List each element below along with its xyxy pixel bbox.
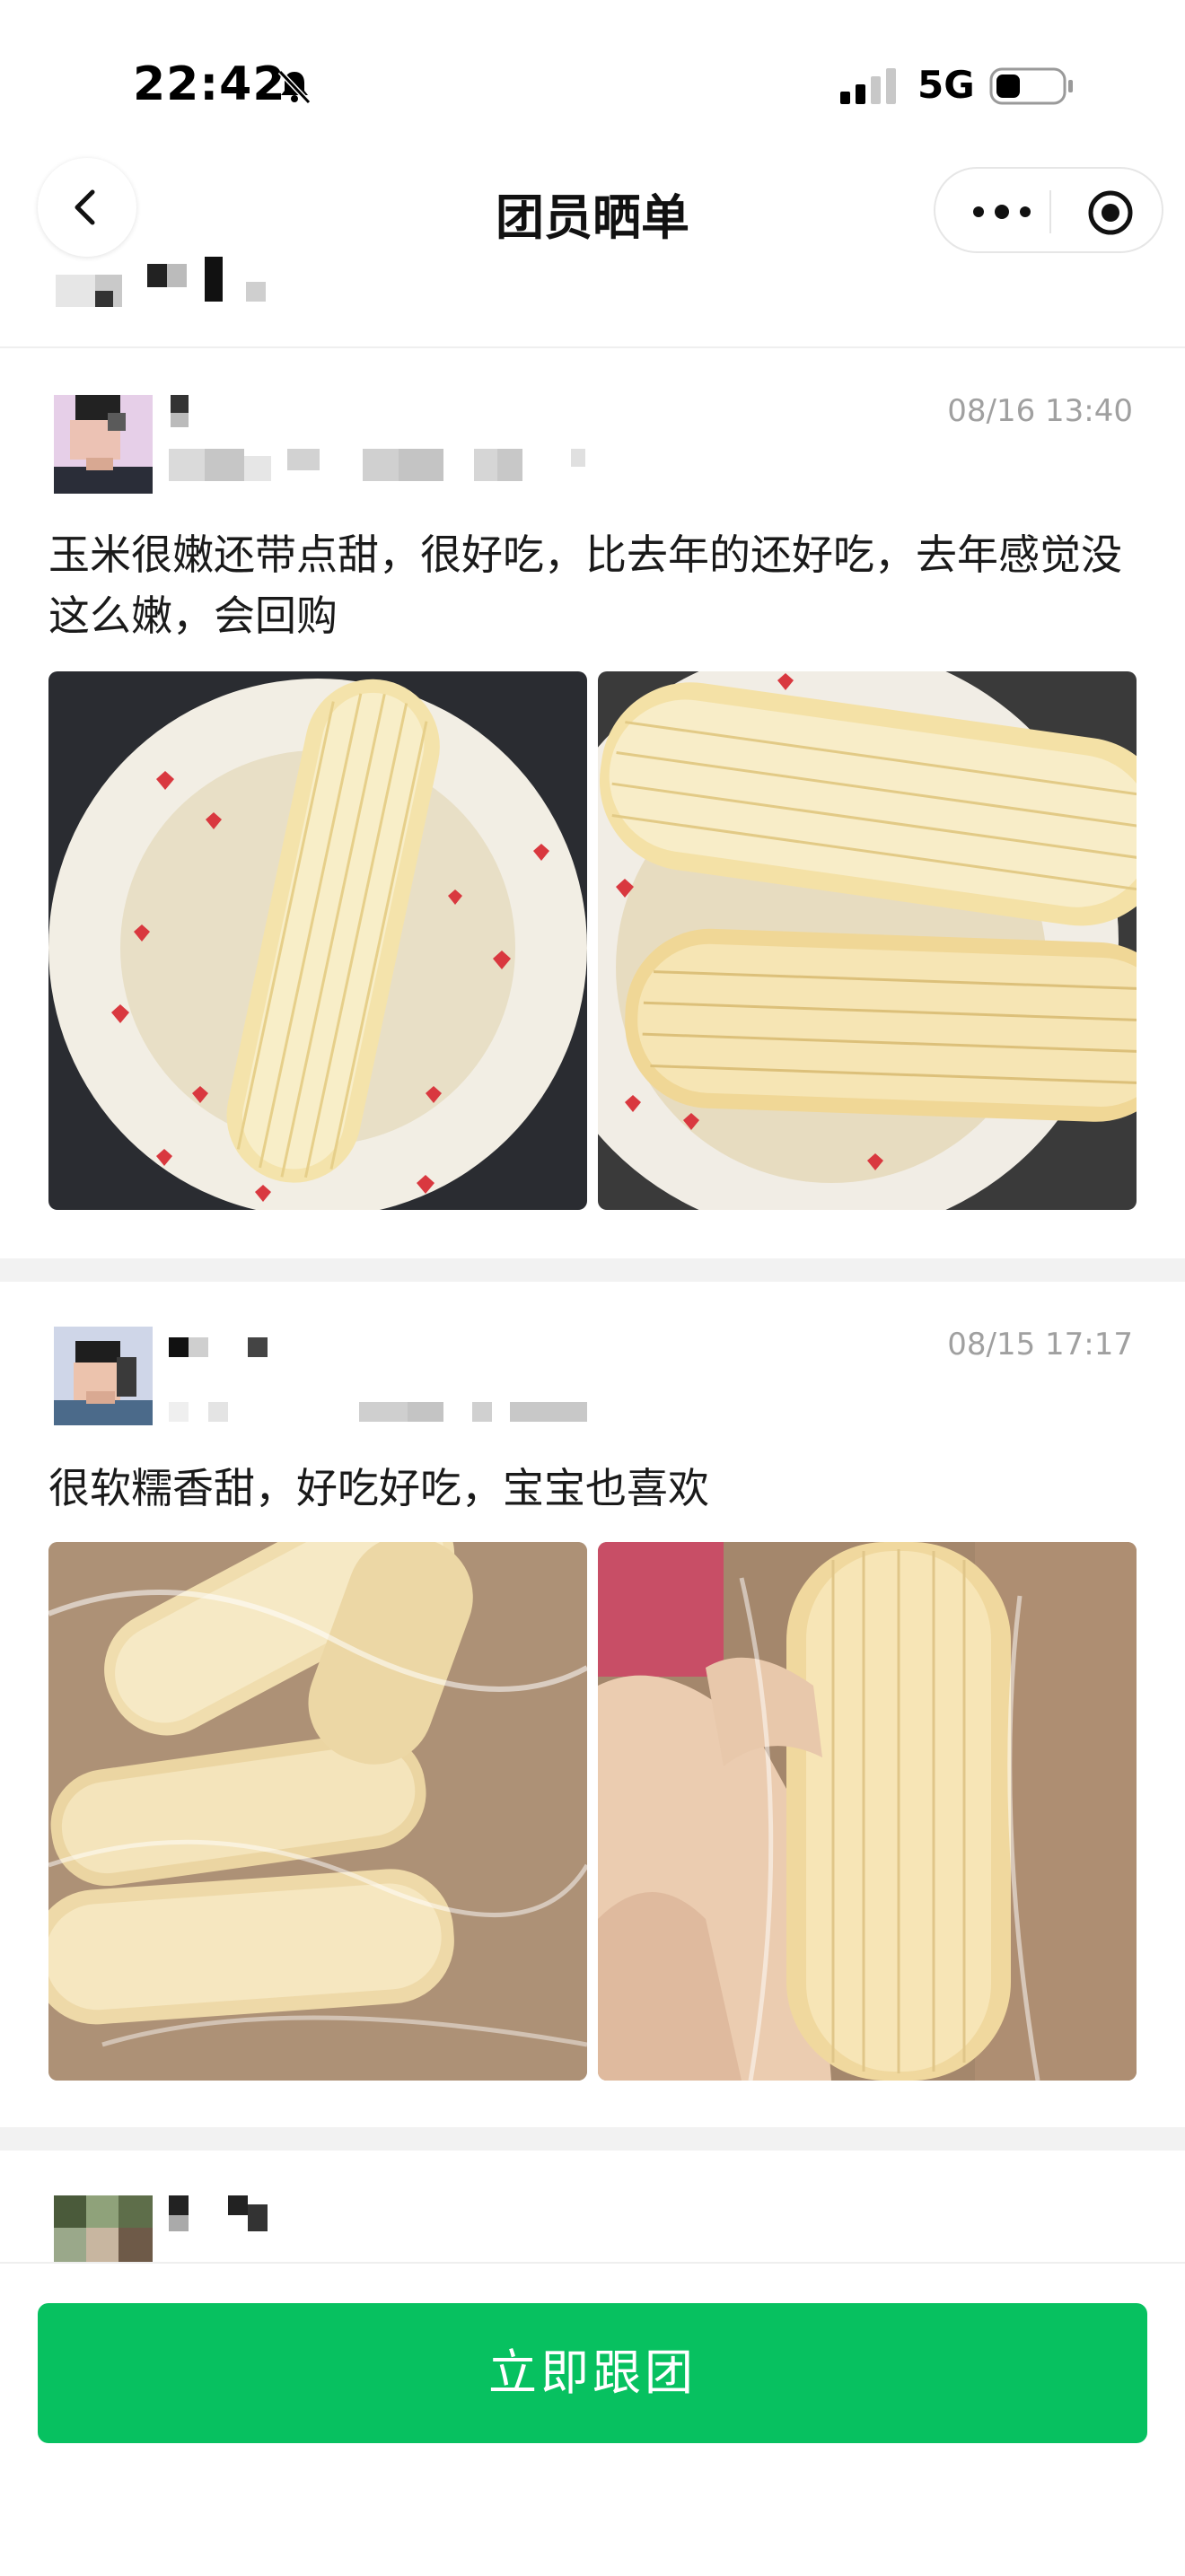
blurred-username <box>169 2195 276 2231</box>
review-post <box>0 2151 1185 2262</box>
nav-bar: 团员晒单 <box>0 153 1185 269</box>
status-bar: 22:42 5G <box>0 0 1185 144</box>
status-time: 22:42 <box>133 57 286 111</box>
review-post: 08/16 13:40 玉米很嫩还带点甜，很好吃，比去年的还好吃，去年感觉没这么… <box>0 348 1185 1257</box>
network-type: 5G <box>917 63 975 107</box>
post-separator <box>0 2127 1185 2151</box>
post-content: 玉米很嫩还带点甜，很好吃，比去年的还好吃，去年感觉没这么嫩，会回购 <box>48 530 1122 640</box>
avatar[interactable] <box>54 2195 153 2262</box>
blurred-user-info <box>169 1402 591 1429</box>
blurred-username <box>169 395 259 431</box>
capsule-divider <box>1049 190 1051 233</box>
more-dots-icon[interactable] <box>966 192 1038 232</box>
bottom-action-bar: 立即跟团 <box>0 2262 1185 2576</box>
avatar[interactable] <box>54 395 153 494</box>
mini-program-capsule <box>934 167 1163 253</box>
post-timestamp: 08/16 13:40 <box>947 393 1133 429</box>
post-timestamp: 08/15 17:17 <box>947 1327 1133 1362</box>
blurred-username <box>169 1337 276 1364</box>
join-group-button[interactable]: 立即跟团 <box>38 2303 1147 2443</box>
post-content: 很软糯香甜，好吃好吃，宝宝也喜欢 <box>48 1464 709 1512</box>
avatar[interactable] <box>54 1327 153 1425</box>
review-photo[interactable] <box>48 1542 587 2081</box>
close-target-icon[interactable] <box>1086 188 1135 237</box>
blurred-username <box>54 257 278 311</box>
cellular-signal-icon <box>840 68 896 104</box>
review-photo[interactable] <box>598 671 1137 1210</box>
review-post: 08/15 17:17 很软糯香甜，好吃好吃，宝宝也喜欢 <box>0 1282 1185 2122</box>
blurred-user-info <box>169 449 591 485</box>
post-separator <box>0 1258 1185 1282</box>
bell-muted-icon <box>277 69 312 105</box>
review-photo[interactable] <box>48 671 587 1210</box>
battery-icon <box>989 67 1073 105</box>
review-photo[interactable] <box>598 1542 1137 2081</box>
